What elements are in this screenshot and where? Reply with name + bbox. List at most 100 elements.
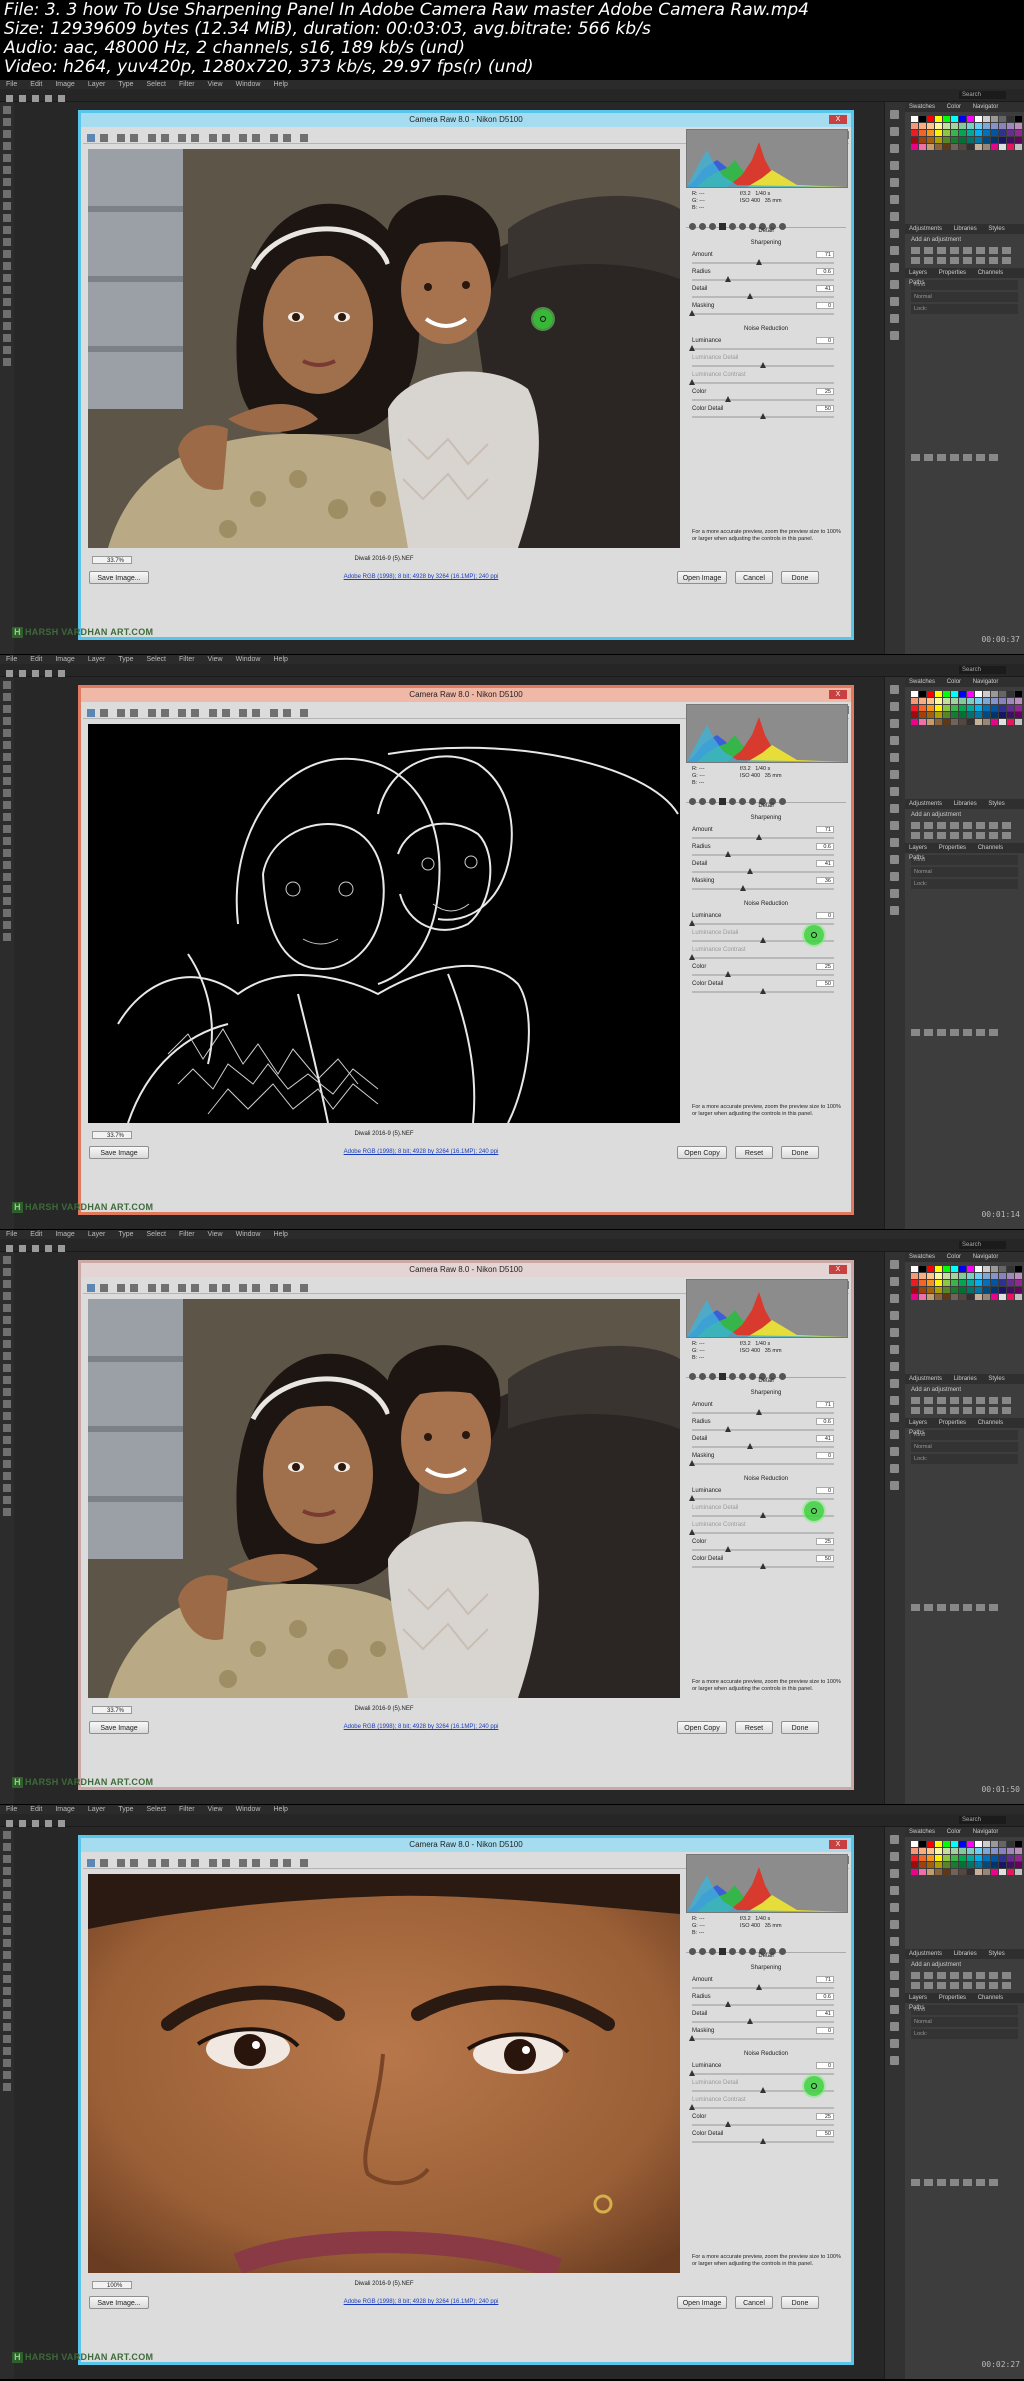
color-swatch[interactable]: [975, 130, 982, 136]
color-swatch[interactable]: [943, 698, 950, 704]
adjustment-icon[interactable]: [989, 822, 998, 829]
color-swatch[interactable]: [999, 691, 1006, 697]
tab-adjustments[interactable]: Adjustments: [909, 1951, 942, 1957]
layer-action-icon[interactable]: [924, 1029, 933, 1036]
tool-icon[interactable]: [3, 825, 11, 833]
open-button[interactable]: Open Copy: [677, 1146, 727, 1159]
slider-thumb[interactable]: [689, 310, 695, 316]
color-swatch[interactable]: [1007, 1869, 1014, 1875]
color-swatch[interactable]: [991, 1869, 998, 1875]
tool-icon[interactable]: [3, 681, 11, 689]
tool-icon[interactable]: [3, 298, 11, 306]
color-swatch[interactable]: [951, 1266, 958, 1272]
slider-thumb[interactable]: [689, 2104, 695, 2110]
tool-icon[interactable]: [3, 190, 11, 198]
dock-icon[interactable]: [890, 212, 899, 221]
color-swatch[interactable]: [919, 116, 926, 122]
layer-action-icon[interactable]: [950, 454, 959, 461]
adjustment-icon[interactable]: [989, 1397, 998, 1404]
color-swatch[interactable]: [983, 1855, 990, 1861]
color-swatch[interactable]: [959, 1273, 966, 1279]
adjustment-icon[interactable]: [976, 832, 985, 839]
color-swatch[interactable]: [983, 712, 990, 718]
color-swatch[interactable]: [991, 712, 998, 718]
straighten-icon[interactable]: [178, 709, 187, 717]
save-image-button[interactable]: Save Image: [89, 1721, 149, 1734]
slider-value[interactable]: 71: [816, 251, 834, 258]
color-swatch[interactable]: [999, 1848, 1006, 1854]
radial-filter-icon[interactable]: [252, 134, 261, 142]
color-swatch[interactable]: [1015, 1841, 1022, 1847]
tool-icon[interactable]: [3, 2035, 11, 2043]
color-swatch[interactable]: [927, 1855, 934, 1861]
color-swatch[interactable]: [983, 1848, 990, 1854]
dock-icon[interactable]: [890, 331, 899, 340]
color-swatch[interactable]: [967, 1280, 974, 1286]
open-button[interactable]: Open Image: [677, 2296, 727, 2309]
color-swatch[interactable]: [975, 137, 982, 143]
save-image-button[interactable]: Save Image...: [89, 2296, 149, 2309]
color-swatch[interactable]: [967, 1287, 974, 1293]
color-swatch[interactable]: [919, 130, 926, 136]
radial-filter-icon[interactable]: [252, 709, 261, 717]
red-eye-icon[interactable]: [208, 1284, 217, 1292]
color-swatch[interactable]: [1007, 712, 1014, 718]
adjustment-icon[interactable]: [989, 257, 998, 264]
color-swatch[interactable]: [919, 719, 926, 725]
layer-action-icon[interactable]: [911, 454, 920, 461]
color-swatch[interactable]: [967, 1273, 974, 1279]
color-swatch[interactable]: [935, 1869, 942, 1875]
slider-thumb[interactable]: [689, 345, 695, 351]
color-swatch[interactable]: [943, 1266, 950, 1272]
dock-icon[interactable]: [890, 1447, 899, 1456]
adjustment-icon[interactable]: [1002, 822, 1011, 829]
tool-icon[interactable]: [3, 873, 11, 881]
tool-icon[interactable]: [3, 1867, 11, 1875]
adjustment-icon[interactable]: [963, 1972, 972, 1979]
color-swatch[interactable]: [975, 691, 982, 697]
tool-icon[interactable]: [3, 897, 11, 905]
color-swatch[interactable]: [959, 1862, 966, 1868]
ps-menu-item[interactable]: Help: [274, 1230, 288, 1239]
color-swatch[interactable]: [911, 144, 918, 150]
color-swatch[interactable]: [983, 698, 990, 704]
rotate-right-icon[interactable]: [300, 134, 309, 142]
color-swatch[interactable]: [1007, 1280, 1014, 1286]
ps-menu-item[interactable]: Window: [236, 80, 261, 89]
adjustment-icon[interactable]: [911, 1397, 920, 1404]
color-swatch[interactable]: [927, 123, 934, 129]
ps-menu-item[interactable]: Layer: [88, 655, 106, 664]
tool-icon[interactable]: [3, 741, 11, 749]
close-button[interactable]: X: [829, 1265, 847, 1274]
color-swatch[interactable]: [935, 698, 942, 704]
ps-menu-item[interactable]: Layer: [88, 80, 106, 89]
slider-track[interactable]: [692, 259, 834, 265]
color-swatch[interactable]: [911, 705, 918, 711]
tool-icon[interactable]: [3, 358, 11, 366]
ps-menu-item[interactable]: Help: [274, 80, 288, 89]
slider-color[interactable]: Color 25: [692, 388, 840, 406]
tool-icon[interactable]: [3, 1448, 11, 1456]
tool-icon[interactable]: [3, 1292, 11, 1300]
slider-thumb[interactable]: [760, 1512, 766, 1518]
close-button[interactable]: X: [829, 115, 847, 124]
color-swatch[interactable]: [991, 1280, 998, 1286]
adjustment-icon[interactable]: [989, 832, 998, 839]
ps-menu-item[interactable]: Type: [118, 80, 133, 89]
color-swatch[interactable]: [951, 116, 958, 122]
color-swatch[interactable]: [1015, 1862, 1022, 1868]
layer-action-icon[interactable]: [963, 1604, 972, 1611]
hand-tool-icon[interactable]: [100, 134, 108, 142]
tab-channels[interactable]: Channels: [978, 1420, 1003, 1426]
slider-thumb[interactable]: [740, 885, 747, 891]
slider-value[interactable]: 0: [816, 302, 834, 309]
color-swatch[interactable]: [983, 1294, 990, 1300]
color-swatch[interactable]: [919, 144, 926, 150]
dock-icon[interactable]: [890, 1937, 899, 1946]
color-swatch[interactable]: [927, 1848, 934, 1854]
tool-icon[interactable]: [3, 334, 11, 342]
slider-track[interactable]: [692, 293, 834, 299]
color-swatch[interactable]: [935, 1841, 942, 1847]
slider-value[interactable]: 0: [816, 912, 834, 919]
color-swatch[interactable]: [1007, 691, 1014, 697]
